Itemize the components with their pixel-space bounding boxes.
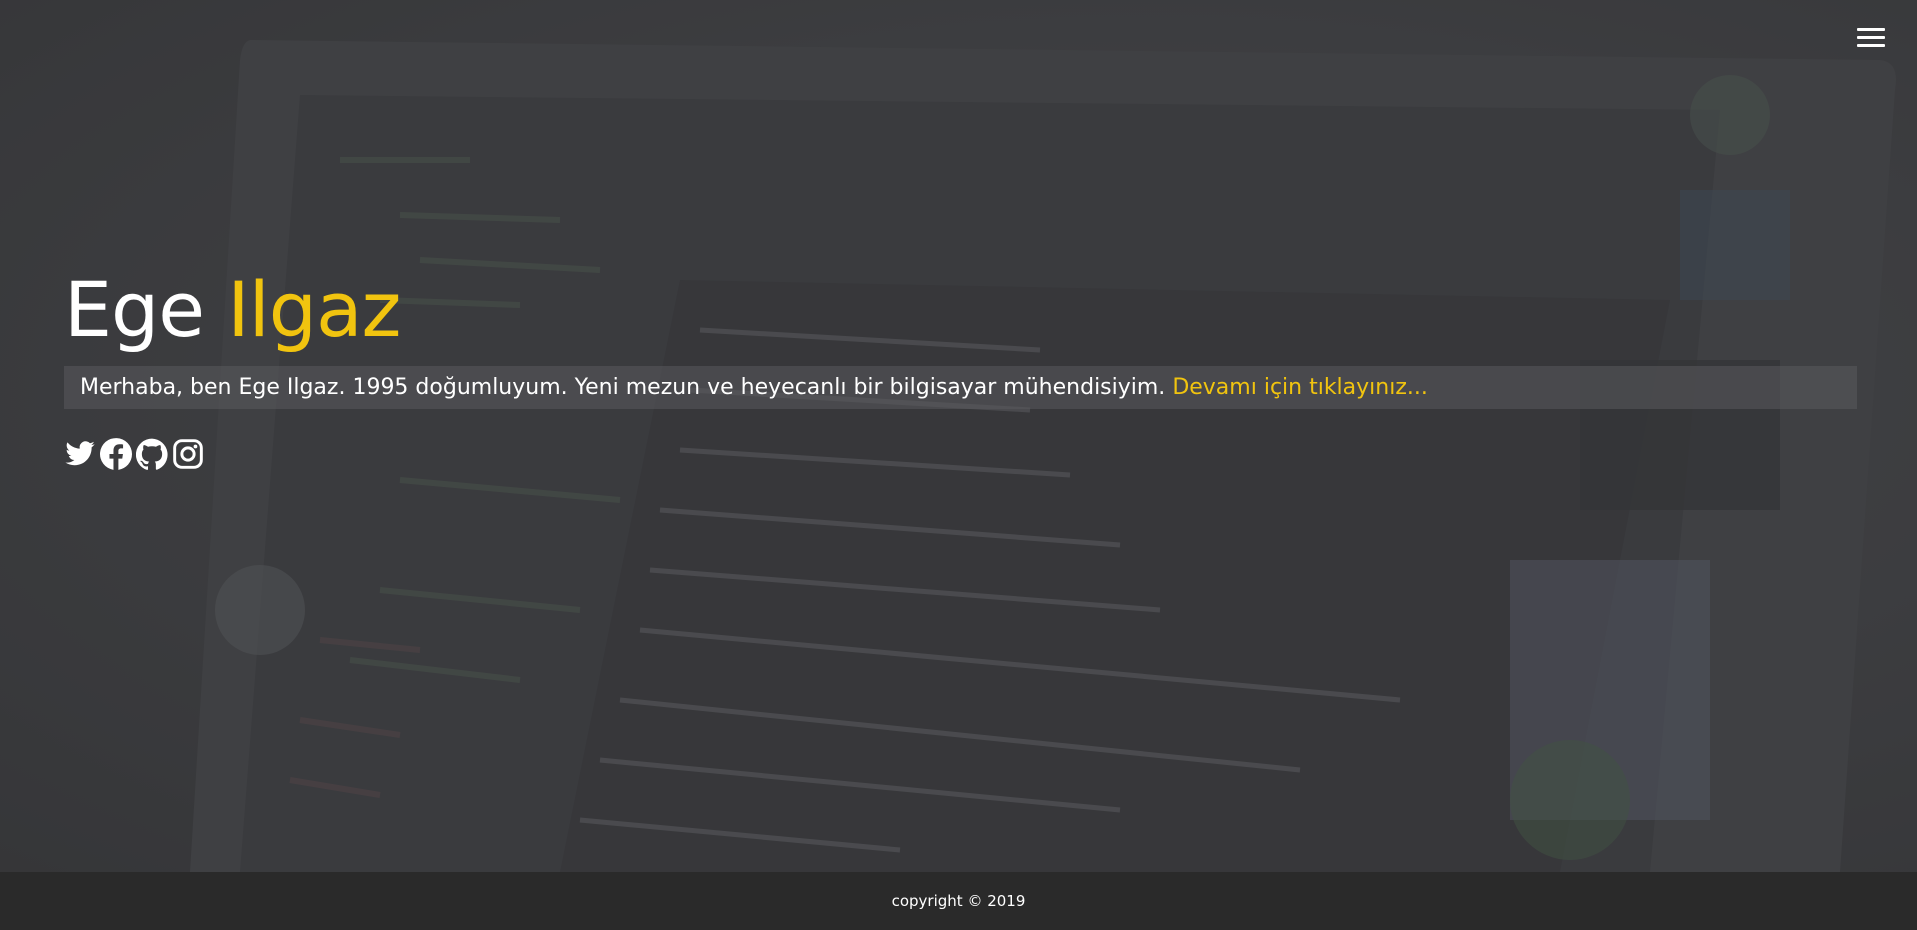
about-text: Merhaba, ben Ege Ilgaz. 1995 doğumluyum.…	[80, 375, 1166, 400]
twitter-icon[interactable]	[64, 438, 96, 470]
hamburger-menu-icon[interactable]	[1857, 28, 1885, 50]
last-name: Ilgaz	[227, 265, 401, 354]
footer: copyright © 2019	[0, 872, 1917, 930]
menu-bar	[1857, 36, 1885, 39]
first-name: Ege	[64, 265, 205, 354]
hero-section: Ege Ilgaz Merhaba, ben Ege Ilgaz. 1995 d…	[0, 0, 1917, 872]
menu-bar	[1857, 44, 1885, 47]
intro-section: Ege Ilgaz Merhaba, ben Ege Ilgaz. 1995 d…	[64, 260, 1857, 470]
read-more-link[interactable]: Devamı için tıklayınız...	[1172, 375, 1428, 400]
social-links	[64, 438, 1857, 470]
facebook-icon[interactable]	[100, 438, 132, 470]
instagram-icon[interactable]	[172, 438, 204, 470]
menu-bar	[1857, 28, 1885, 31]
about-band: Merhaba, ben Ege Ilgaz. 1995 doğumluyum.…	[64, 366, 1857, 409]
page-title: Ege Ilgaz	[64, 260, 1857, 360]
copyright-text: copyright © 2019	[891, 892, 1026, 910]
github-icon[interactable]	[136, 438, 168, 470]
